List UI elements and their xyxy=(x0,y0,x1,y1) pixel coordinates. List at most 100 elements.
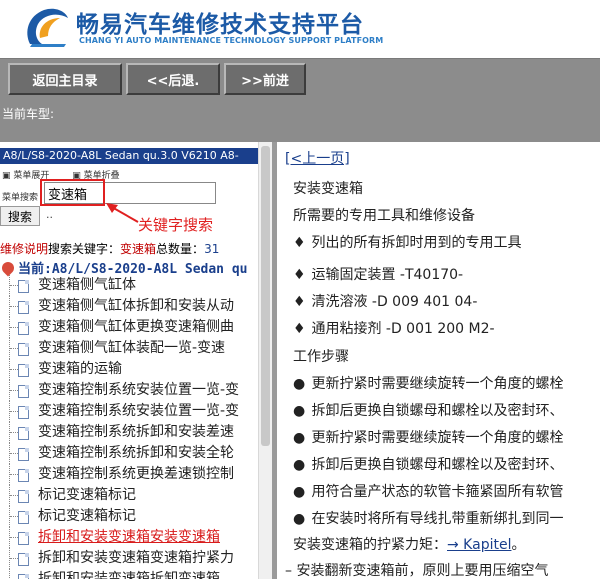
tree-item[interactable]: 拆卸和安装变速箱变速箱拧紧力 xyxy=(0,548,258,569)
info-count-label: 总数量： xyxy=(156,242,205,256)
tree-item[interactable]: 变速箱控制系统安装位置一览-变 xyxy=(0,401,258,422)
back-button[interactable]: <<后退. xyxy=(126,63,220,95)
tree-item-label: 拆卸和安装变速箱变速箱拧紧力 xyxy=(38,550,234,566)
document-icon xyxy=(18,322,29,335)
tree-item-label: 变速箱侧气缸体 xyxy=(38,277,136,293)
diamond-bullet-icon: ♦ xyxy=(293,235,306,251)
step-item: ● 拆卸后更换自锁螺母和螺栓以及密封环、 xyxy=(293,454,563,474)
content-pane: [<上一页] 安装变速箱 所需要的专用工具和维修设备 ♦ 列出的所有拆卸时用到的… xyxy=(277,142,600,579)
document-icon xyxy=(18,343,29,356)
tool-item: ♦ 通用粘接剂 -D 001 200 M2- xyxy=(293,318,495,338)
app-header: 畅易汽车维修技术支持平台 CHANG YI AUTO MAINTENANCE T… xyxy=(0,0,600,58)
left-scrollbar-thumb[interactable] xyxy=(261,146,270,446)
diamond-bullet-icon: ♦ xyxy=(293,294,306,310)
info-count: 31 xyxy=(204,242,220,256)
info-mid: 搜索关键字： xyxy=(48,242,121,256)
tool-item-label: 清洗溶液 -D 009 401 04- xyxy=(311,294,478,310)
tree-item-label: 变速箱的运输 xyxy=(38,361,122,377)
tree-item[interactable]: 标记变速箱标记 xyxy=(0,485,258,506)
bullet-icon: ● xyxy=(293,430,306,446)
document-icon xyxy=(18,385,29,398)
tool-item: ♦ 运输固定装置 -T40170- xyxy=(293,264,463,284)
current-model-bar: 当前车型: xyxy=(0,100,600,142)
platform-title: 畅易汽车维修技术支持平台 xyxy=(76,12,364,38)
step-item: ● 更新拧紧时需要继续旋转一个角度的螺栓 xyxy=(293,373,563,393)
tree-item-label: 变速箱控制系统拆卸和安装全轮 xyxy=(38,445,234,461)
step-item: ● 用符合量产状态的软管卡箍紧固所有软管 xyxy=(293,481,563,501)
tree-item-label: 拆卸和安装变速箱拆卸变速箱 xyxy=(38,571,220,579)
tree-item[interactable]: 变速箱控制系统拆卸和安装全轮 xyxy=(0,443,258,464)
steps-heading: 工作步骤 xyxy=(293,349,349,365)
step-item-label: 拆卸后更换自锁螺母和螺栓以及密封环、 xyxy=(311,403,564,419)
search-highlight-box xyxy=(40,179,105,206)
document-icon xyxy=(18,574,29,579)
tree-item-label: 变速箱侧气缸体拆卸和安装从动 xyxy=(38,298,234,314)
torque-line: 安装变速箱的拧紧力矩：→ Kapitel。 xyxy=(293,534,525,554)
prev-page-link[interactable]: [<上一页] xyxy=(285,148,350,168)
tree-item[interactable]: 拆卸和安装变速箱拆卸变速箱 xyxy=(0,569,258,579)
search-info-line: 维修说明搜索关键字：变速箱总数量：31 xyxy=(0,240,219,257)
bullet-icon: ● xyxy=(293,403,306,419)
tree-item-label: 变速箱侧气缸体装配一览-变速 xyxy=(38,340,226,356)
model-title-bar: A8/L/S8-2020-A8L Sedan qu.3.0 V6210 A8- xyxy=(0,148,258,164)
tree-item[interactable]: 变速箱控制系统拆卸和安装差速 xyxy=(0,422,258,443)
tree-item[interactable]: 变速箱侧气缸体更换变速箱侧曲 xyxy=(0,317,258,338)
document-icon xyxy=(18,364,29,377)
step-item-label: 用符合量产状态的软管卡箍紧固所有软管 xyxy=(311,484,564,500)
document-icon xyxy=(18,427,29,440)
tree-item-label: 标记变速箱标记 xyxy=(38,487,136,503)
torque-prefix: 安装变速箱的拧紧力矩： xyxy=(293,537,447,553)
document-icon xyxy=(18,406,29,419)
tree-item[interactable]: 变速箱侧气缸体 xyxy=(0,275,258,296)
step-item: ● 在安装时将所有导线扎带重新绑扎到同一 xyxy=(293,508,563,528)
search-label: 菜单搜索 xyxy=(2,193,39,203)
left-nav-pane: A8/L/S8-2020-A8L Sedan qu.3.0 V6210 A8- … xyxy=(0,142,272,579)
tree-item-label: 变速箱控制系统安装位置一览-变 xyxy=(38,382,240,398)
tree-item-label: 变速箱侧气缸体更换变速箱侧曲 xyxy=(38,319,234,335)
document-icon xyxy=(18,448,29,461)
last-instruction: – 安装翻新变速箱前，原则上要用压缩空气 xyxy=(285,563,549,579)
diamond-bullet-icon: ♦ xyxy=(293,321,306,337)
document-icon xyxy=(18,532,29,545)
logo-icon xyxy=(27,8,68,47)
location-pin-icon xyxy=(0,259,17,277)
tree-item[interactable]: 变速箱侧气缸体装配一览-变速 xyxy=(0,338,258,359)
forward-button[interactable]: >>前进 xyxy=(224,63,306,95)
tree-item[interactable]: 拆卸和安装变速箱安装变速箱 xyxy=(0,527,258,548)
tree-item[interactable]: 变速箱的运输 xyxy=(0,359,258,380)
bullet-icon: ● xyxy=(293,484,306,500)
tree-item-label: 变速箱控制系统拆卸和安装差速 xyxy=(38,424,234,440)
tree-item[interactable]: 标记变速箱标记 xyxy=(0,506,258,527)
tree-item[interactable]: 变速箱侧气缸体拆卸和安装从动 xyxy=(0,296,258,317)
left-scrollbar[interactable] xyxy=(258,142,272,579)
tree-item[interactable]: 变速箱控制系统更换差速锁控制 xyxy=(0,464,258,485)
search-button[interactable]: 搜索 xyxy=(0,206,40,226)
step-item: ● 拆卸后更换自锁螺母和螺栓以及密封环、 xyxy=(293,400,563,420)
platform-subtitle: CHANG YI AUTO MAINTENANCE TECHNOLOGY SUP… xyxy=(79,36,384,45)
search-dots: .. xyxy=(46,208,53,221)
doc-title: 安装变速箱 xyxy=(293,181,363,197)
annotation-arrow-icon xyxy=(106,203,139,223)
tool-item-label: 通用粘接剂 -D 001 200 M2- xyxy=(311,321,495,337)
step-item: ● 更新拧紧时需要继续旋转一个角度的螺栓 xyxy=(293,427,563,447)
bullet-icon: ● xyxy=(293,376,306,392)
torque-suffix: 。 xyxy=(511,537,526,553)
document-icon xyxy=(18,301,29,314)
nav-toolbar: 返回主目录 <<后退. >>前进 xyxy=(0,58,600,100)
step-item-label: 在安装时将所有导线扎带重新绑扎到同一 xyxy=(311,511,564,527)
home-button[interactable]: 返回主目录 xyxy=(8,63,122,95)
info-prefix: 维修说明 xyxy=(0,242,49,256)
tree-item[interactable]: 变速箱控制系统安装位置一览-变 xyxy=(0,380,258,401)
tools-heading: 所需要的专用工具和维修设备 xyxy=(293,208,475,224)
info-keyword: 变速箱 xyxy=(120,242,157,256)
tool-item: ♦ 清洗溶液 -D 009 401 04- xyxy=(293,291,477,311)
document-icon xyxy=(18,469,29,482)
tool-item-label: 列出的所有拆卸时用到的专用工具 xyxy=(311,235,522,251)
document-icon xyxy=(18,511,29,524)
tool-item: ♦ 列出的所有拆卸时用到的专用工具 xyxy=(293,232,521,252)
kapitel-link[interactable]: → Kapitel xyxy=(447,537,511,553)
tree-item-label: 拆卸和安装变速箱安装变速箱 xyxy=(38,529,220,545)
step-item-label: 拆卸后更换自锁螺母和螺栓以及密封环、 xyxy=(311,457,564,473)
bullet-icon: ● xyxy=(293,511,306,527)
current-model-label: 当前车型: xyxy=(2,107,55,121)
